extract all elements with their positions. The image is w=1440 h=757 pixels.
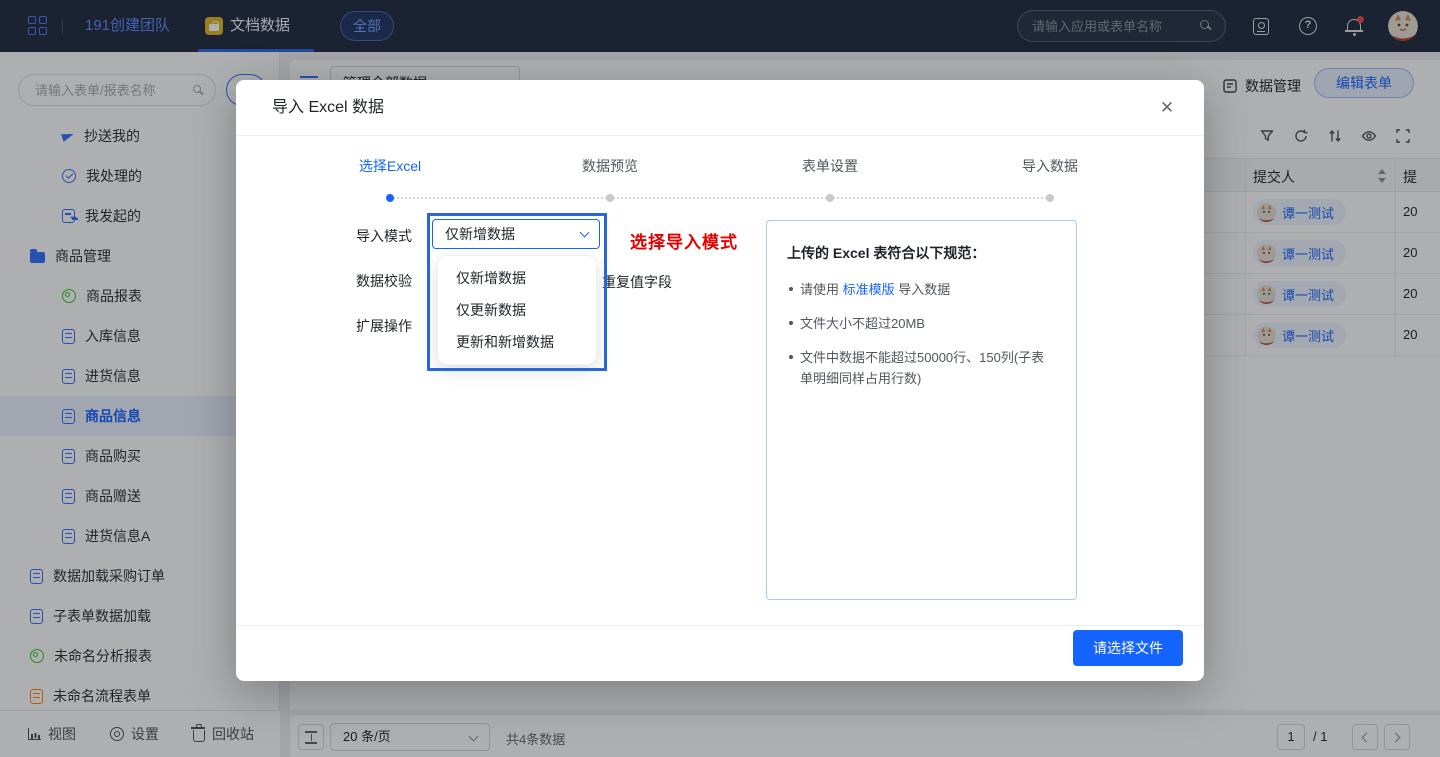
option-only-add[interactable]: 仅新增数据 [438, 262, 596, 294]
option-update-and-add[interactable]: 更新和新增数据 [438, 326, 596, 358]
standard-template-link[interactable]: 标准模版 [843, 282, 895, 297]
screen: 191创建团队 文档数据 全部 + 抄送我的 我处理的 我发起的 商品管理 商品… [0, 0, 1440, 757]
step-form-settings: 表单设置 [720, 156, 940, 176]
option-only-update[interactable]: 仅更新数据 [438, 294, 596, 326]
step-indicator: 选择Excel 数据预览 表单设置 导入数据 [280, 156, 1160, 209]
data-check-text-fragment: 重复值字段 [602, 272, 672, 292]
step-dot [826, 194, 834, 202]
step-import-data: 导入数据 [940, 156, 1160, 176]
spec-bullet-limits: 文件中数据不能超过50000行、150列(子表单明细同样占用行数) [787, 347, 1056, 389]
spec-text: 请使用 [800, 282, 843, 297]
step-dot [1046, 194, 1054, 202]
import-mode-label: 导入模式 [356, 226, 412, 246]
close-icon[interactable]: ✕ [1156, 97, 1178, 119]
step-select-excel: 选择Excel [280, 156, 500, 176]
spec-bullet-size: 文件大小不超过20MB [787, 313, 1056, 334]
modal-header: 导入 Excel 数据 ✕ [236, 80, 1204, 136]
import-mode-dropdown: 仅新增数据 仅更新数据 更新和新增数据 [437, 255, 597, 365]
spec-text: 导入数据 [895, 282, 951, 297]
import-mode-value: 仅新增数据 [445, 226, 515, 242]
spec-bullet-template: 请使用 标准模版 导入数据 [787, 279, 1056, 300]
import-mode-select[interactable]: 仅新增数据 [432, 219, 600, 249]
chevron-down-icon [580, 228, 590, 238]
import-excel-modal: 导入 Excel 数据 ✕ 选择Excel 数据预览 表单设置 导入数据 导入模… [236, 80, 1204, 681]
annotation-red-note: 选择导入模式 [630, 228, 738, 253]
step-track [280, 189, 1160, 209]
step-dot-active [386, 194, 394, 202]
modal-title: 导入 Excel 数据 [272, 80, 384, 136]
step-data-preview: 数据预览 [500, 156, 720, 176]
modal-footer-divider [236, 625, 1204, 626]
data-check-label: 数据校验 [356, 271, 412, 291]
choose-file-button[interactable]: 请选择文件 [1073, 630, 1183, 666]
extend-ops-label: 扩展操作 [356, 316, 412, 336]
spec-title: 上传的 Excel 表符合以下规范： [787, 243, 1056, 263]
excel-spec-panel: 上传的 Excel 表符合以下规范： 请使用 标准模版 导入数据 文件大小不超过… [766, 220, 1077, 600]
step-dot [606, 194, 614, 202]
